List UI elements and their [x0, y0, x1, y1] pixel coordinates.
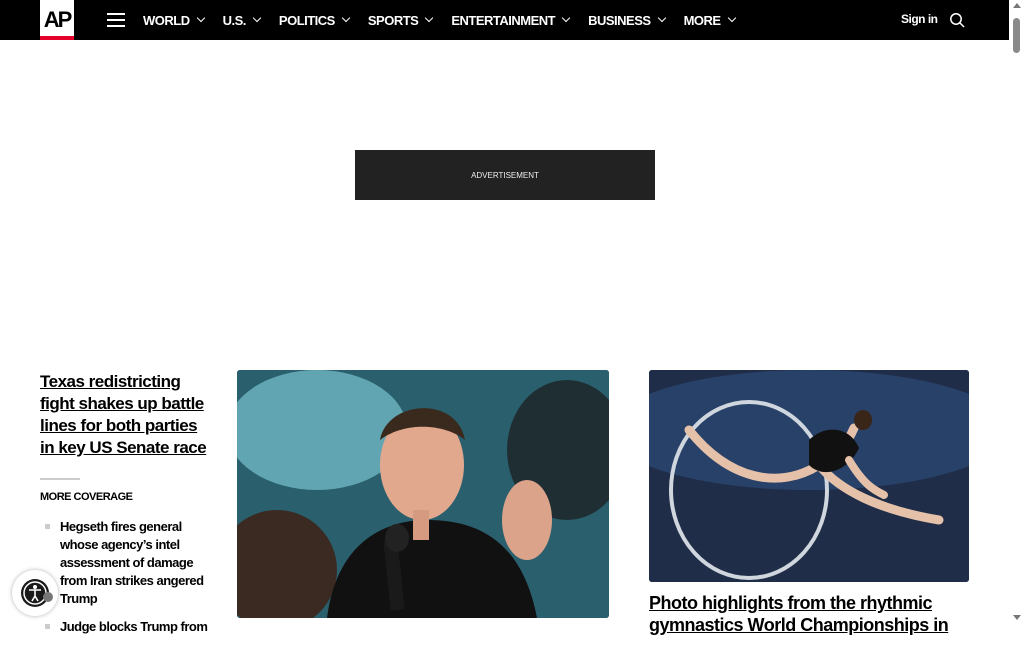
nav-item-label: ENTERTAINMENT: [451, 12, 556, 28]
logo-text: AP: [43, 7, 73, 32]
related-story-title: Judge blocks Trump from: [60, 619, 208, 634]
chevron-down-icon: [657, 13, 666, 23]
divider: [40, 478, 80, 480]
close-icon[interactable]: [43, 592, 53, 602]
related-story-link[interactable]: Judge blocks Trump from: [40, 618, 215, 636]
more-coverage-label: MORE COVERAGE: [40, 491, 133, 503]
scroll-down-arrow-icon[interactable]: [1013, 615, 1021, 620]
chevron-down-icon: [252, 13, 262, 23]
nav-item-politics[interactable]: POLITICS: [278, 12, 351, 28]
nav-item-label: WORLD: [143, 12, 190, 28]
scroll-thumb[interactable]: [1013, 18, 1020, 53]
gymnastics-photo[interactable]: [649, 370, 969, 582]
chevron-down-icon: [196, 13, 205, 23]
nav-item-label: POLITICS: [278, 12, 335, 28]
top-nav-bar: AP WORLD U.S. POLITICS SPORTS ENTERTAINM…: [0, 0, 1009, 40]
nav-item-label: MORE: [683, 12, 722, 28]
photo-illustration: [237, 370, 609, 618]
bullet-icon: [45, 624, 50, 629]
bullet-icon: [45, 524, 50, 529]
nav-item-sports[interactable]: SPORTS: [367, 12, 434, 28]
lead-story-photo[interactable]: [237, 370, 609, 618]
chevron-down-icon: [727, 13, 736, 23]
related-story-link[interactable]: Hegseth fires general whose agency’s int…: [40, 518, 215, 608]
advertisement[interactable]: ADVERTISEMENT: [355, 150, 655, 200]
photo-illustration: [649, 370, 969, 582]
ap-logo[interactable]: AP: [40, 0, 74, 40]
nav-item-business[interactable]: BUSINESS: [588, 12, 666, 28]
page-scrollbar[interactable]: [1009, 0, 1024, 629]
search-icon[interactable]: [949, 12, 965, 28]
logo-red-bar: [40, 36, 74, 40]
menu-icon[interactable]: [107, 13, 125, 27]
sign-in-link[interactable]: Sign in: [901, 12, 938, 26]
chevron-down-icon: [561, 13, 571, 23]
nav-item-label: SPORTS: [367, 12, 419, 28]
ad-label: ADVERTISEMENT: [471, 170, 539, 180]
related-story-title: Hegseth fires general whose agency’s int…: [60, 519, 204, 606]
chevron-down-icon: [425, 13, 434, 23]
related-list: Hegseth fires general whose agency’s int…: [40, 518, 215, 646]
gymnastics-story-headline[interactable]: Photo highlights from the rhythmic gymna…: [649, 592, 969, 636]
nav-item-more[interactable]: MORE: [683, 12, 736, 28]
lead-story-headline[interactable]: Texas redistricting fight shakes up batt…: [40, 371, 215, 459]
nav-item-entertainment[interactable]: ENTERTAINMENT: [451, 12, 571, 28]
nav-item-label: U.S.: [222, 12, 247, 28]
nav-item-us[interactable]: U.S.: [222, 12, 262, 28]
scroll-up-arrow-icon[interactable]: [1013, 3, 1021, 8]
nav-item-world[interactable]: WORLD: [143, 12, 205, 28]
main-nav: WORLD U.S. POLITICS SPORTS ENTERTAINMENT…: [143, 0, 754, 40]
chevron-down-icon: [341, 13, 351, 23]
nav-item-label: BUSINESS: [588, 12, 651, 28]
